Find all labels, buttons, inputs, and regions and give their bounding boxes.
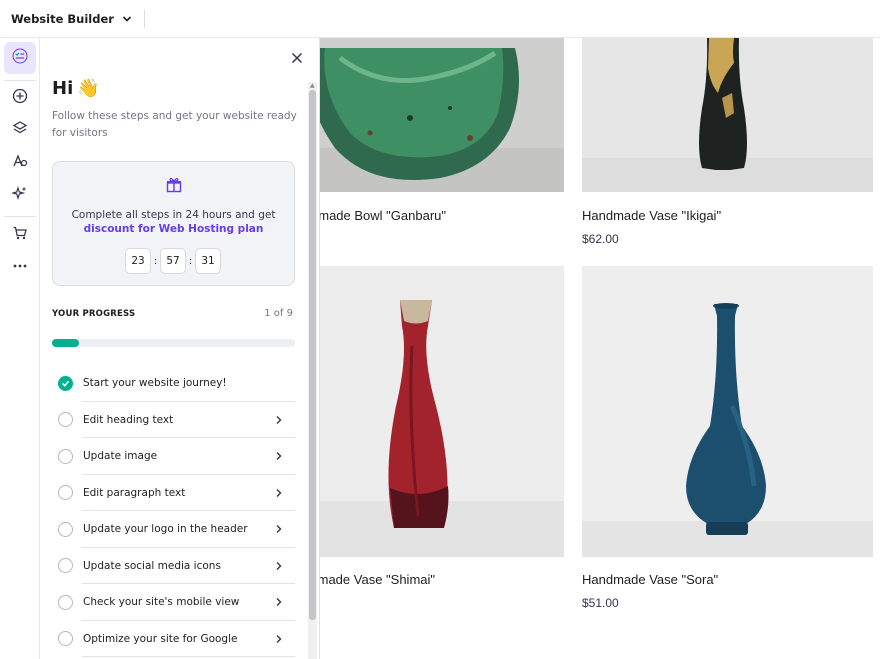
checklist-step[interactable]: Edit paragraph text: [52, 475, 295, 511]
progress-bar: [52, 339, 295, 347]
more-button[interactable]: [4, 252, 36, 284]
checklist-step[interactable]: Update social media icons: [52, 548, 295, 584]
layers-button[interactable]: [4, 114, 36, 146]
step-label: Update image: [83, 450, 158, 463]
empty-circle-icon: [58, 594, 73, 610]
left-rail: [0, 38, 40, 659]
countdown-timer: 23 : 57 : 31: [125, 248, 221, 274]
checklist-button[interactable]: [4, 42, 36, 74]
timer-seconds: 31: [195, 248, 221, 274]
gift-icon: [165, 176, 183, 198]
styles-button[interactable]: [4, 147, 36, 179]
close-icon: [291, 49, 303, 68]
step-label: Edit heading text: [83, 413, 174, 426]
styles-icon: [12, 153, 28, 173]
chevron-down-icon[interactable]: [122, 14, 132, 24]
panel-subtitle: Follow these steps and get your website …: [52, 110, 297, 139]
checklist-step[interactable]: Start your website journey!: [52, 365, 295, 402]
chevron-right-icon: [275, 597, 283, 607]
empty-circle-icon: [58, 412, 73, 428]
ai-tools-button[interactable]: [4, 179, 36, 211]
promo-discount-link[interactable]: discount for Web Hosting plan: [53, 223, 294, 235]
empty-circle-icon: [58, 485, 73, 501]
check-circle-icon: [58, 375, 73, 391]
divider: [4, 216, 36, 217]
add-circle-icon: [12, 88, 28, 108]
progress-bar-fill: [52, 339, 79, 347]
promo-card: Complete all steps in 24 hours and get d…: [52, 161, 295, 286]
layers-icon: [12, 120, 28, 140]
product-image-ikigai[interactable]: [582, 38, 873, 192]
top-bar: Website Builder: [0, 0, 880, 38]
greeting-text: Hi: [52, 78, 74, 99]
close-button[interactable]: [289, 50, 305, 66]
empty-circle-icon: [58, 521, 73, 537]
divider: [4, 80, 36, 81]
scroll-up-arrow[interactable]: ▲: [310, 82, 315, 89]
chevron-right-icon: [275, 415, 283, 425]
step-label: Start your website journey!: [83, 377, 227, 390]
checklist-step[interactable]: Update image: [52, 438, 295, 475]
step-label: Check your site's mobile view: [83, 596, 240, 609]
timer-hours: 23: [125, 248, 151, 274]
product-price: $62.00: [582, 232, 619, 246]
progress-count: 1 of 9: [264, 308, 293, 319]
chevron-right-icon: [275, 634, 283, 644]
divider: [82, 656, 295, 657]
chevron-right-icon: [275, 524, 283, 534]
greeting-heading: Hi 👋: [52, 78, 100, 99]
checklist-icon: [12, 48, 28, 68]
chevron-right-icon: [275, 561, 283, 571]
step-label: Optimize your site for Google: [83, 632, 238, 645]
product-image-sora[interactable]: [582, 266, 873, 557]
product-name[interactable]: Handmade Vase "Ikigai": [582, 208, 721, 223]
app-title[interactable]: Website Builder: [11, 12, 114, 26]
chevron-right-icon: [275, 488, 283, 498]
empty-circle-icon: [58, 631, 73, 647]
waving-hand-icon: 👋: [77, 78, 100, 99]
step-label: Update social media icons: [83, 559, 221, 572]
more-icon: [12, 258, 28, 278]
scrollbar-thumb[interactable]: [309, 90, 316, 620]
add-section-button[interactable]: [4, 82, 36, 114]
empty-circle-icon: [58, 558, 73, 574]
product-price: $51.00: [582, 596, 619, 610]
product-name[interactable]: Handmade Vase "Sora": [582, 572, 718, 587]
timer-minutes: 57: [160, 248, 186, 274]
checklist-step[interactable]: Edit heading text: [52, 402, 295, 438]
onboarding-panel: Hi 👋 Follow these steps and get your webs…: [40, 38, 320, 659]
step-label: Update your logo in the header: [83, 523, 248, 536]
ai-sparkle-icon: [10, 185, 28, 205]
progress-label: YOUR PROGRESS: [52, 309, 136, 319]
steps-list: Start your website journey! Edit heading …: [52, 365, 295, 657]
checklist-step[interactable]: Optimize your site for Google: [52, 621, 295, 657]
chevron-right-icon: [275, 451, 283, 461]
step-label: Edit paragraph text: [83, 486, 186, 499]
empty-circle-icon: [58, 448, 73, 464]
checklist-step[interactable]: Check your site's mobile view: [52, 584, 295, 621]
store-button[interactable]: [4, 219, 36, 251]
cart-icon: [12, 225, 28, 245]
divider: [143, 9, 145, 28]
checklist-step[interactable]: Update your logo in the header: [52, 511, 295, 548]
promo-text: Complete all steps in 24 hours and get: [71, 209, 276, 221]
